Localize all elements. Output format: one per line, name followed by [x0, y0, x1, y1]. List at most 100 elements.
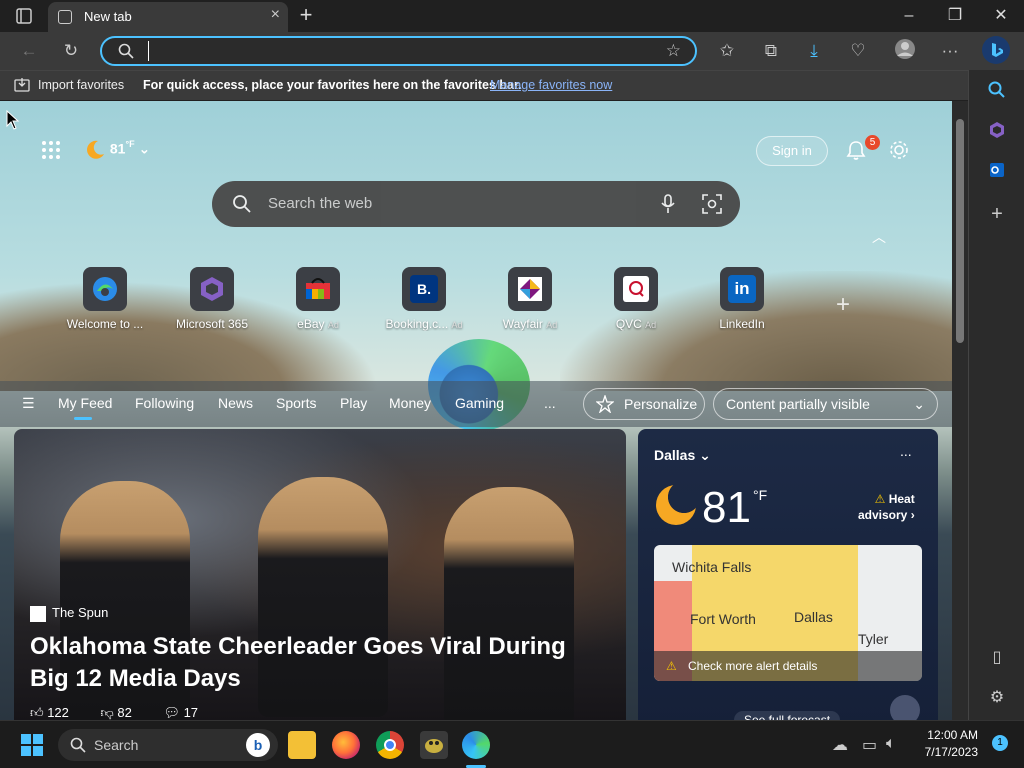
collections-icon[interactable]: ⧉ [758, 38, 784, 64]
outlook-icon[interactable] [985, 158, 1009, 182]
address-input[interactable] [148, 41, 648, 61]
search-icon [70, 737, 86, 753]
tab-sports[interactable]: Sports [276, 395, 316, 411]
content-visibility-dropdown[interactable]: Content partially visible ⌄ [713, 388, 938, 420]
tab-new-tab[interactable]: New tab × [48, 2, 288, 32]
weather-more-button[interactable]: ... [900, 443, 912, 459]
warning-icon: ⚠ [666, 659, 677, 673]
quick-link-ebay[interactable]: eBay Ad [263, 267, 373, 331]
chrome-icon[interactable] [376, 731, 404, 759]
tab-following[interactable]: Following [135, 395, 194, 411]
clock-date: 7/17/2023 [924, 745, 978, 759]
tab-news[interactable]: News [218, 395, 253, 411]
file-explorer-icon[interactable] [288, 731, 316, 759]
quick-link-welcome[interactable]: Welcome to ... [50, 267, 160, 331]
firefox-icon[interactable] [332, 731, 360, 759]
personalize-button[interactable]: Personalize [583, 388, 705, 420]
weather-assistant-avatar[interactable] [890, 695, 920, 720]
feed-more-button[interactable]: ... [544, 395, 556, 411]
quick-link-linkedin[interactable]: in LinkedIn [687, 267, 797, 331]
visual-search-icon[interactable] [702, 194, 722, 214]
favorites-icon[interactable]: ✩ [714, 38, 740, 64]
carousel-dots[interactable] [248, 711, 396, 720]
taskbar-search[interactable]: Search b [58, 729, 278, 761]
news-headline[interactable]: Oklahoma State Cheerleader Goes Viral Du… [30, 631, 610, 695]
volume-icon[interactable]: 🔈︎ [886, 735, 896, 753]
close-window-button[interactable]: ✕ [986, 4, 1016, 28]
scrollbar-thumb[interactable] [956, 119, 964, 343]
microphone-icon[interactable] [660, 194, 676, 214]
sidebar-search-icon[interactable] [985, 78, 1009, 102]
chevron-down-icon: ⌄ [138, 140, 151, 157]
news-reactions: 👍︎ 122 👎︎ 82 💬︎ 17 [30, 705, 226, 720]
quick-link-wayfair[interactable]: Wayfair Ad [475, 267, 585, 331]
address-bar[interactable]: ☆ [100, 36, 697, 66]
import-favorites-icon[interactable] [14, 77, 30, 96]
downloads-icon[interactable]: ⤓ [801, 38, 827, 64]
page-scrollbar[interactable] [952, 101, 968, 720]
sign-in-button[interactable]: Sign in [756, 136, 828, 166]
tab-my-feed[interactable]: My Feed [58, 395, 112, 411]
page-settings-gear-icon[interactable] [888, 139, 912, 163]
feed-menu-icon[interactable]: ☰ [22, 395, 35, 412]
microsoft-365-icon[interactable] [985, 118, 1009, 142]
tab-gaming[interactable]: Gaming [455, 395, 504, 411]
collapse-chevron-up-icon[interactable]: ︿ [872, 227, 886, 247]
browser-essentials-icon[interactable]: ♡ [845, 38, 871, 64]
import-favorites-button[interactable]: Import favorites [38, 78, 124, 92]
display-icon[interactable]: ▭ [862, 735, 877, 755]
add-sidebar-app-icon[interactable]: + [985, 202, 1009, 226]
personalize-label: Personalize [624, 396, 698, 412]
web-search-box[interactable]: Search the web [212, 181, 740, 227]
back-button[interactable]: ← [16, 38, 42, 64]
copilot-icon[interactable] [982, 36, 1010, 64]
profile-avatar[interactable] [892, 38, 918, 64]
active-tab-indicator [74, 417, 92, 420]
weather-alert-map[interactable]: Wichita Falls Fort Worth Dallas Tyler ⚠ … [654, 545, 922, 681]
new-tab-button[interactable]: + [294, 2, 318, 28]
news-card[interactable]: The Spun Oklahoma State Cheerleader Goes… [14, 429, 626, 720]
favorite-star-icon[interactable]: ☆ [666, 41, 681, 61]
tab-money[interactable]: Money [389, 395, 431, 411]
news-source[interactable]: The Spun [30, 605, 108, 622]
see-full-forecast-button[interactable]: See full forecast [734, 711, 841, 720]
weather-widget[interactable]: 81°F ⌄ [84, 139, 150, 161]
linkedin-icon: in [720, 267, 764, 311]
tab-actions-icon[interactable] [10, 6, 38, 26]
minimize-button[interactable]: – [894, 4, 924, 28]
comments-button[interactable]: 💬︎ 17 [163, 705, 212, 720]
heat-advisory-alert[interactable]: ⚠ Heat advisory › [858, 491, 915, 523]
favorites-bar: Import favorites For quick access, place… [0, 70, 968, 100]
web-search-placeholder: Search the web [268, 195, 373, 212]
sidebar-settings-icon[interactable]: ⚙ [985, 686, 1009, 710]
close-tab-icon[interactable]: × [271, 6, 280, 24]
tab-play[interactable]: Play [340, 395, 367, 411]
edge-taskbar-icon[interactable] [462, 731, 490, 759]
bing-icon[interactable]: b [246, 733, 270, 757]
add-quick-link-icon[interactable]: + [836, 291, 850, 319]
alert-details-link[interactable]: ⚠ Check more alert details [654, 651, 922, 681]
news-source-name: The Spun [52, 605, 109, 620]
app-launcher-icon[interactable] [40, 139, 64, 163]
notifications-badge[interactable]: 1 [992, 735, 1008, 751]
clock[interactable]: 12:00 AM 7/17/2023 [925, 727, 978, 761]
refresh-button[interactable]: ↻ [58, 38, 84, 64]
weather-unit: °F [125, 139, 135, 149]
start-button[interactable] [20, 733, 44, 757]
quick-link-qvc[interactable]: QVC Ad [581, 267, 691, 331]
restore-button[interactable]: ❐ [940, 4, 970, 28]
dislike-button[interactable]: 👎︎ 82 [101, 705, 146, 720]
weather-card[interactable]: Dallas ⌄ ... 81 °F ⚠ Heat advisory › Wich… [638, 429, 938, 720]
manage-favorites-link[interactable]: Manage favorites now [490, 78, 612, 92]
settings-more-icon[interactable]: ··· [937, 38, 963, 64]
edge-icon [83, 267, 127, 311]
quick-link-microsoft-365[interactable]: Microsoft 365 [157, 267, 267, 331]
alert-details-label: Check more alert details [688, 659, 818, 673]
search-icon [233, 195, 251, 213]
quick-link-booking[interactable]: B. Booking.c... Ad [369, 267, 479, 331]
hide-sidebar-icon[interactable]: ▯ [985, 646, 1009, 670]
network-off-icon[interactable]: ☁ [832, 735, 848, 755]
weather-city-selector[interactable]: Dallas ⌄ [654, 447, 711, 464]
like-button[interactable]: 👍︎ 122 [30, 705, 83, 720]
app-icon[interactable] [420, 731, 448, 759]
